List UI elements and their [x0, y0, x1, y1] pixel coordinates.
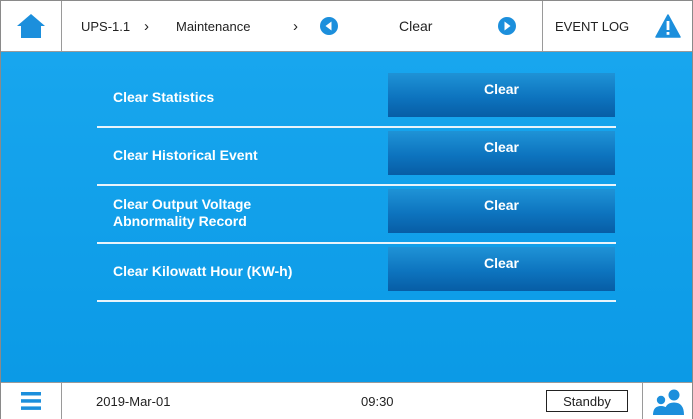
status-bar: 2019-Mar-01 09:30 Standby: [1, 382, 692, 419]
status-badge: Standby: [546, 390, 628, 412]
time-display: 09:30: [361, 393, 394, 409]
clear-panel: Clear Statistics Clear Clear Historical …: [1, 52, 692, 382]
users-icon: [653, 389, 684, 415]
breadcrumb-separator: ›: [144, 17, 149, 35]
clear-statistics-row: Clear Statistics Clear: [97, 70, 616, 128]
clear-output-voltage-row: Clear Output Voltage Abnormality Record …: [97, 186, 616, 244]
breadcrumb-separator: ›: [293, 17, 298, 35]
top-bar: UPS-1.1 › Maintenance › Clear EVENT LOG: [1, 1, 692, 52]
arrow-right-circle-icon[interactable]: [498, 17, 516, 35]
clear-output-voltage-label: Clear Output Voltage Abnormality Record: [113, 196, 252, 229]
clear-kilowatt-hour-row: Clear Kilowatt Hour (KW-h) Clear: [97, 244, 616, 302]
menu-button[interactable]: [1, 383, 62, 419]
event-log-button[interactable]: EVENT LOG: [542, 1, 693, 51]
arrow-left-circle-icon[interactable]: [320, 17, 338, 35]
user-button[interactable]: [642, 383, 693, 419]
breadcrumb-maintenance[interactable]: Maintenance: [176, 1, 250, 51]
page-title: Clear: [399, 18, 433, 34]
home-icon: [17, 14, 45, 38]
clear-kilowatt-hour-label: Clear Kilowatt Hour (KW-h): [113, 262, 293, 279]
warning-triangle-icon: [655, 14, 681, 38]
ups-screen: UPS-1.1 › Maintenance › Clear EVENT LOG …: [0, 0, 693, 419]
breadcrumb-ups[interactable]: UPS-1.1: [81, 1, 130, 51]
event-log-label: EVENT LOG: [555, 18, 630, 34]
clear-historical-event-label: Clear Historical Event: [113, 146, 258, 163]
clear-historical-event-row: Clear Historical Event Clear: [97, 128, 616, 186]
hamburger-menu-icon: [21, 392, 41, 410]
clear-kilowatt-hour-button[interactable]: Clear: [388, 247, 615, 291]
date-display: 2019-Mar-01: [96, 393, 171, 409]
clear-statistics-button[interactable]: Clear: [388, 73, 615, 117]
home-button[interactable]: [1, 1, 62, 51]
clear-output-voltage-button[interactable]: Clear: [388, 189, 615, 233]
clear-statistics-label: Clear Statistics: [113, 88, 215, 105]
clear-historical-event-button[interactable]: Clear: [388, 131, 615, 175]
